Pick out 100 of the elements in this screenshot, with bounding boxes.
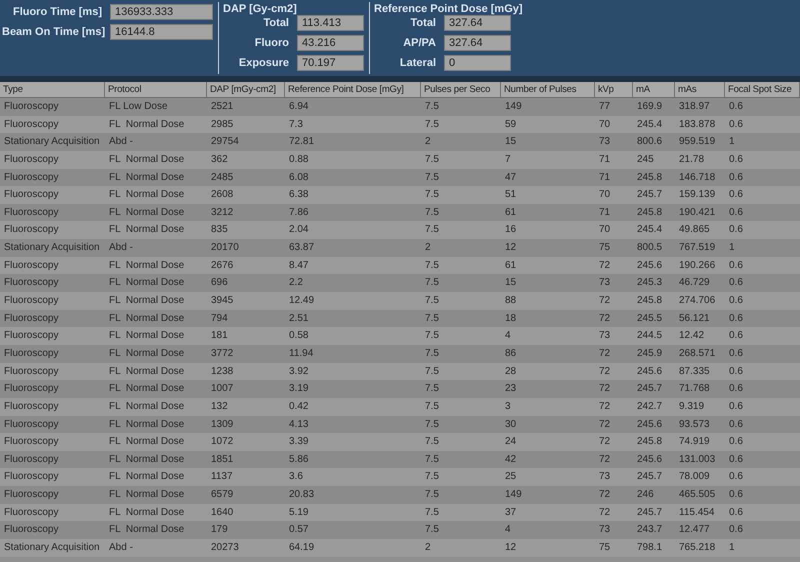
table-cell-text: Fluoroscopy — [3, 400, 60, 414]
value-field[interactable]: 136933.333 — [110, 4, 213, 20]
table-cell-text: 4 — [504, 329, 512, 344]
table-row[interactable]: Stationary Acquisition Abd - 20273 64.19 2 12 75 798.1 765.218 1 — [0, 539, 800, 557]
table-cell-text: 7.5 — [424, 364, 440, 379]
table-cell-text: 3.19 — [288, 382, 310, 396]
table-cell-text: 73 — [598, 135, 612, 150]
table-row[interactable]: Fluoroscopy FL Normal Dose 3212 7.86 7.5 61 71 245.8 190.421 0.6 — [0, 204, 800, 222]
table-row[interactable]: Fluoroscopy FL Low Dose 2521 6.94 7.5 149 77 169.9 318.97 0.6 — [0, 98, 800, 116]
table-cell-text: 0.88 — [288, 152, 310, 167]
table-cell-text: 72 — [598, 258, 612, 273]
table-cell-text: 179 — [210, 523, 229, 538]
column-header[interactable]: Pulses per Seco — [421, 82, 501, 97]
table-row[interactable]: Fluoroscopy FL Normal Dose 6579 20.83 7.5 149 72 246 465.505 0.6 — [0, 486, 800, 504]
table-cell-text: FL Normal Dose — [108, 258, 186, 273]
column-header[interactable]: Type — [0, 82, 105, 97]
table-cell-text: 5.86 — [288, 452, 310, 467]
table-row[interactable]: Fluoroscopy FL Normal Dose 835 2.04 7.5 16 70 245.4 49.865 0.6 — [0, 221, 800, 240]
table-cell-text: 46.729 — [678, 276, 711, 290]
table-cell-text: 3772 — [210, 346, 234, 361]
table-cell-text: 6.94 — [288, 100, 310, 114]
table-cell-text: 72.81 — [288, 135, 316, 150]
value-field[interactable]: 70.197 — [297, 55, 364, 71]
table-row[interactable]: Fluoroscopy FL Normal Dose 2985 7.3 7.5 59 70 245.4 183.878 0.6 — [0, 116, 800, 134]
table-row[interactable]: Fluoroscopy FL Normal Dose 1137 3.6 7.5 25 73 245.7 78.009 0.6 — [0, 468, 800, 486]
column-header[interactable]: Reference Point Dose [mGy] — [285, 82, 421, 97]
table-cell-text: 78.009 — [678, 470, 711, 484]
table-row[interactable]: Fluoroscopy FL Normal Dose 179 0.57 7.5 4 73 243.7 12.477 0.6 — [0, 521, 800, 540]
column-header[interactable]: DAP [mGy-cm2] — [207, 82, 285, 97]
table-cell-text: 7.5 — [424, 170, 440, 185]
table-cell-text: 0.6 — [728, 170, 744, 185]
value-field[interactable]: 113.413 — [297, 15, 364, 31]
table-row[interactable]: Fluoroscopy FL Normal Dose 1309 4.13 7.5 30 72 245.6 93.573 0.6 — [0, 416, 800, 434]
value-field[interactable]: 327.64 — [444, 15, 511, 31]
table-cell-text: 2 — [424, 541, 432, 556]
table-cell-text: 245.6 — [636, 364, 664, 379]
table-cell-text: 2.2 — [288, 276, 304, 290]
table-row[interactable]: Fluoroscopy FL Normal Dose 1007 3.19 7.5 23 72 245.7 71.768 0.6 — [0, 380, 800, 398]
table-row[interactable]: Fluoroscopy FL Normal Dose 2676 8.47 7.5 61 72 245.6 190.266 0.6 — [0, 256, 800, 274]
table-cell-text: 88 — [504, 294, 518, 308]
table-cell-text: 0.6 — [728, 100, 744, 114]
table-cell-text: 0.6 — [728, 223, 744, 238]
table-row[interactable]: Fluoroscopy FL Normal Dose 2608 6.38 7.5 51 70 245.7 159.139 0.6 — [0, 186, 800, 204]
table-cell-text: 4.13 — [288, 418, 310, 432]
table-cell-text: 2 — [424, 135, 432, 150]
table-row[interactable]: Stationary Acquisition Abd - 29754 72.81 2 15 73 800.6 959.519 1 — [0, 133, 800, 151]
table-row[interactable]: Fluoroscopy FL Normal Dose 132 0.42 7.5 3 72 242.7 9.319 0.6 — [0, 398, 800, 416]
table-cell-text: 75 — [598, 541, 612, 556]
table-cell-text: 61 — [504, 206, 518, 220]
table-cell-text: 242.7 — [636, 400, 664, 414]
column-header[interactable]: mA — [633, 82, 675, 97]
table-row[interactable]: Fluoroscopy FL Normal Dose 794 2.51 7.5 18 72 245.5 56.121 0.6 — [0, 310, 800, 328]
table-cell-text: Fluoroscopy — [3, 276, 60, 290]
table-row[interactable]: Fluoroscopy FL Normal Dose 181 0.58 7.5 4 73 244.5 12.42 0.6 — [0, 327, 800, 345]
column-header[interactable]: Number of Pulses — [501, 82, 595, 97]
table-cell-text: 1640 — [210, 506, 234, 520]
table-cell-text: FL Normal Dose — [108, 452, 186, 467]
table-cell-text: 20273 — [210, 541, 240, 556]
table-cell-text: 7.5 — [424, 100, 440, 114]
table-row[interactable]: Fluoroscopy FL Normal Dose 1072 3.39 7.5 24 72 245.8 74.919 0.6 — [0, 433, 800, 451]
table-cell-text: 245.3 — [636, 276, 664, 290]
table-cell-text: FL Normal Dose — [108, 346, 186, 361]
table-row[interactable]: Fluoroscopy FL Normal Dose 1640 5.19 7.5 37 72 245.7 115.454 0.6 — [0, 504, 800, 522]
table-cell-text: Fluoroscopy — [3, 506, 60, 520]
table-cell-text: 71 — [598, 206, 612, 220]
table-cell-text: 465.505 — [678, 488, 716, 502]
table-row[interactable]: Fluoroscopy FL Normal Dose 362 0.88 7.5 7 71 245 21.78 0.6 — [0, 150, 800, 169]
table-cell-text: 159.139 — [678, 188, 716, 202]
table-row[interactable]: Fluoroscopy FL Normal Dose 3772 11.94 7.5 86 72 245.9 268.571 0.6 — [0, 344, 800, 363]
column-header[interactable]: Focal Spot Size — [725, 82, 800, 97]
table-cell-text: 268.571 — [678, 346, 716, 361]
table-cell-text: Fluoroscopy — [3, 452, 60, 467]
table-cell-text: 245.9 — [636, 346, 664, 361]
table-cell-text: 0.6 — [728, 382, 744, 396]
table-cell-text: 0.6 — [728, 452, 744, 467]
table-cell-text: 70 — [598, 223, 612, 238]
table-row[interactable]: Fluoroscopy FL Normal Dose 1851 5.86 7.5 42 72 245.6 131.003 0.6 — [0, 450, 800, 468]
column-header[interactable]: mAs — [675, 82, 725, 97]
table-row[interactable]: Fluoroscopy FL Normal Dose 696 2.2 7.5 15 73 245.3 46.729 0.6 — [0, 274, 800, 292]
table-cell-text: FL Normal Dose — [108, 470, 186, 484]
table-cell-text: 8.47 — [288, 258, 310, 273]
column-header[interactable]: Protocol — [105, 82, 207, 97]
table-row[interactable]: Fluoroscopy FL Normal Dose 3945 12.49 7.5 88 72 245.8 274.706 0.6 — [0, 292, 800, 310]
table-row[interactable]: Fluoroscopy FL Normal Dose 2485 6.08 7.5 47 71 245.8 146.718 0.6 — [0, 168, 800, 186]
value-field[interactable]: 0 — [444, 55, 511, 71]
value-field[interactable]: 43.216 — [297, 35, 364, 51]
column-header[interactable]: kVp — [595, 82, 633, 97]
table-cell-text: 7.5 — [424, 418, 440, 432]
table-cell-text: 2521 — [210, 100, 234, 114]
table-cell-text: 2485 — [210, 170, 234, 185]
value-field[interactable]: 16144.8 — [110, 24, 213, 40]
value-field[interactable]: 327.64 — [444, 35, 511, 51]
table-cell-text: 245.6 — [636, 452, 664, 467]
table-row[interactable]: Fluoroscopy FL Normal Dose 1238 3.92 7.5 28 72 245.6 87.335 0.6 — [0, 362, 800, 380]
table-cell-text: 0.6 — [728, 418, 744, 432]
table-cell-text: 3.92 — [288, 364, 310, 379]
table-cell-text: 146.718 — [678, 170, 716, 185]
table-cell-text: FL Normal Dose — [108, 400, 186, 414]
table-cell-text: 767.519 — [678, 241, 716, 256]
table-row[interactable]: Stationary Acquisition Abd - 20170 63.87 2 12 75 800.5 767.519 1 — [0, 239, 800, 257]
